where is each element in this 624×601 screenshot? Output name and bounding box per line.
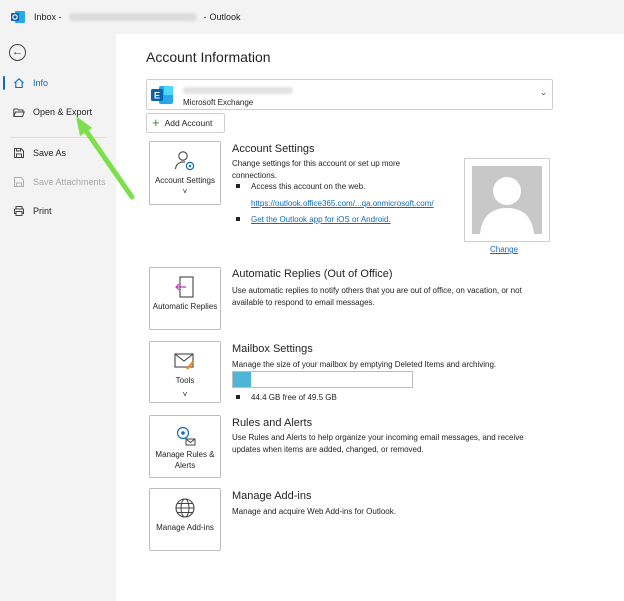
account-email-redacted	[183, 87, 293, 94]
automatic-replies-button[interactable]: Automatic Replies	[149, 267, 221, 330]
sidebar-item-label: Info	[33, 78, 49, 88]
mobile-app-bullet: Get the Outlook app for iOS or Android.	[236, 214, 391, 225]
profile-picture	[464, 158, 550, 242]
sidebar-item-info[interactable]: Info	[0, 72, 116, 94]
sidebar-item-save-attachments: Save Attachments	[0, 171, 116, 193]
change-photo-link[interactable]: Change	[490, 245, 518, 254]
mailbox-usage-bullet: 44.4 GB free of 49.5 GB	[236, 392, 337, 403]
sidebar-item-label: Save Attachments	[33, 177, 106, 187]
chevron-down-icon: ⌄	[540, 88, 547, 97]
manage-rules-alerts-button[interactable]: Manage Rules & Alerts	[149, 415, 221, 478]
svg-text:E: E	[154, 91, 160, 101]
account-type: Microsoft Exchange	[183, 98, 254, 107]
backstage-sidebar: ← Info Open & Export Save As Save Attach…	[0, 34, 116, 601]
manage-add-ins-title: Manage Add-ins	[232, 490, 312, 502]
save-as-icon	[12, 147, 26, 159]
automatic-replies-description: Use automatic replies to notify others t…	[232, 286, 522, 307]
tools-button[interactable]: Tools ˅	[149, 341, 221, 403]
tile-label: Manage Add-ins	[156, 523, 214, 532]
window-title: Inbox - - Outlook	[34, 12, 241, 22]
manage-add-ins-description: Manage and acquire Web Add-ins for Outlo…	[232, 507, 396, 516]
bullet-icon	[236, 217, 240, 221]
mailbox-tools-icon	[173, 350, 197, 372]
outlook-web-link[interactable]: https://outlook.office365.com/...qa.onmi…	[251, 198, 434, 209]
automatic-replies-icon	[174, 276, 196, 298]
add-account-button[interactable]: + Add Account	[146, 113, 225, 133]
web-access-text: Access this account on the web.	[251, 182, 366, 191]
account-settings-description: Change settings for this account or set …	[232, 159, 401, 180]
add-account-label: Add Account	[164, 118, 213, 128]
avatar-placeholder-icon	[472, 166, 542, 234]
app-name: Outlook	[209, 12, 241, 22]
account-settings-button[interactable]: Account Settings ˅	[149, 141, 221, 205]
folder-open-icon	[12, 107, 26, 118]
tile-label: Account Settings ˅	[154, 176, 216, 196]
mailbox-settings-description: Manage the size of your mailbox by empty…	[232, 360, 497, 369]
rules-alerts-title: Rules and Alerts	[232, 417, 313, 429]
chevron-down-icon: ˅	[182, 390, 188, 399]
rules-alerts-icon	[173, 424, 197, 446]
mailbox-usage-text: 44.4 GB free of 49.5 GB	[251, 393, 337, 402]
bullet-icon	[236, 184, 240, 188]
web-access-bullet: Access this account on the web.	[236, 181, 366, 192]
back-button[interactable]: ←	[9, 44, 26, 61]
mailbox-settings-title: Mailbox Settings	[232, 343, 313, 355]
mobile-app-link[interactable]: Get the Outlook app for iOS or Android.	[251, 215, 391, 224]
sidebar-item-open-export[interactable]: Open & Export	[0, 101, 116, 123]
sidebar-item-label: Open & Export	[33, 107, 93, 117]
account-settings-icon	[173, 150, 197, 172]
tile-label: Tools	[175, 376, 195, 385]
arrow-left-icon: ←	[12, 46, 23, 58]
account-selector-dropdown[interactable]: E Microsoft Exchange ⌄	[146, 79, 553, 110]
save-attachments-icon	[12, 176, 26, 188]
sidebar-item-label: Print	[33, 206, 52, 216]
sidebar-item-label: Save As	[33, 148, 67, 158]
account-info-panel: Account Information E Microsoft Exchange…	[116, 34, 624, 601]
sidebar-item-print[interactable]: Print	[0, 200, 116, 222]
page-title: Account Information	[146, 49, 271, 65]
tile-label: Automatic Replies	[152, 302, 218, 311]
rules-alerts-description: Use Rules and Alerts to help organize yo…	[232, 433, 524, 454]
sidebar-divider	[10, 137, 106, 138]
home-icon	[12, 77, 26, 89]
globe-icon	[173, 497, 197, 519]
title-bar: Inbox - - Outlook	[0, 0, 624, 34]
tile-label: Manage Rules & Alerts	[155, 450, 215, 470]
manage-add-ins-button[interactable]: Manage Add-ins	[149, 488, 221, 551]
exchange-logo-icon: E	[150, 84, 174, 106]
outlook-logo-icon	[11, 10, 25, 24]
bullet-icon	[236, 395, 240, 399]
account-settings-title: Account Settings	[232, 143, 315, 155]
account-email-redacted	[68, 13, 197, 21]
mailbox-usage-fill	[233, 372, 252, 387]
title-separator: -	[203, 12, 207, 22]
plus-icon: +	[152, 115, 160, 130]
automatic-replies-title: Automatic Replies (Out of Office)	[232, 268, 393, 280]
sidebar-item-save-as[interactable]: Save As	[0, 142, 116, 164]
inbox-label: Inbox -	[34, 12, 62, 22]
mailbox-usage-bar	[232, 371, 413, 388]
printer-icon	[12, 205, 26, 217]
